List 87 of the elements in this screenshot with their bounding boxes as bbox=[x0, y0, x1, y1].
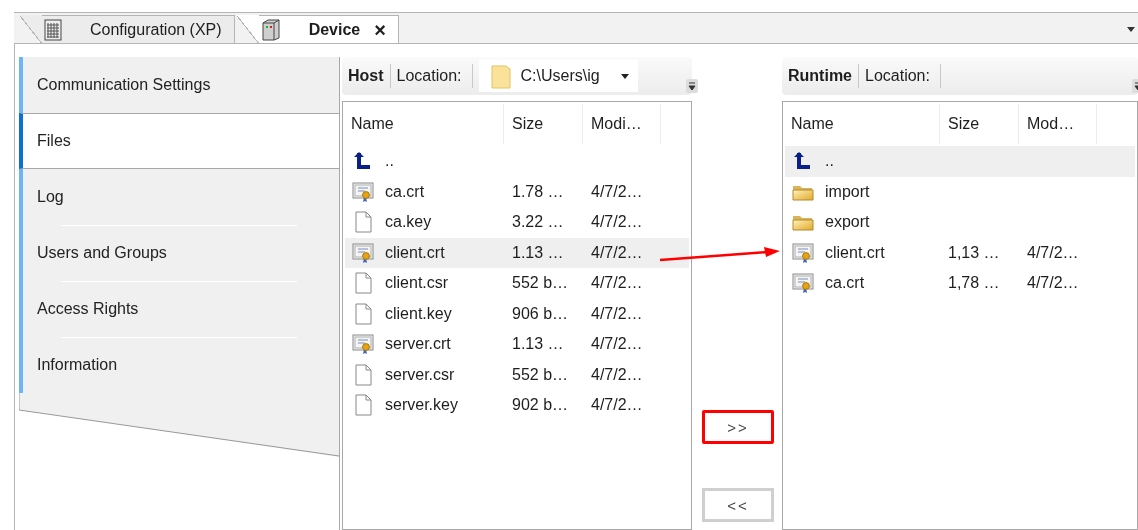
file-date: 4/7/2… bbox=[591, 182, 643, 200]
location-label: Location: bbox=[859, 64, 941, 88]
file-name: export bbox=[825, 213, 870, 232]
file-row[interactable]: .. bbox=[345, 146, 689, 177]
file-icon bbox=[354, 211, 372, 234]
certificate-icon bbox=[792, 273, 814, 294]
file-row[interactable]: .. bbox=[785, 146, 1135, 177]
file-row[interactable]: client.crt 1,13 … 4/7/2… bbox=[785, 237, 1135, 268]
file-row[interactable]: ca.key 3.22 … 4/7/2… bbox=[345, 207, 689, 238]
file-name: .. bbox=[385, 152, 394, 171]
file-row[interactable]: server.crt 1.13 … 4/7/2… bbox=[345, 329, 689, 360]
file-date: 4/7/2… bbox=[1027, 243, 1079, 261]
file-size: 1.78 … bbox=[512, 182, 564, 200]
file-row[interactable]: ca.crt 1.78 … 4/7/2… bbox=[345, 176, 689, 207]
column-header[interactable]: Name bbox=[345, 104, 504, 144]
file-date: 4/7/2… bbox=[591, 335, 643, 353]
pane-title: Host bbox=[346, 64, 391, 88]
folder-icon bbox=[490, 63, 511, 89]
sidebar-item[interactable]: Files bbox=[19, 113, 339, 169]
up-arrow-icon bbox=[793, 151, 813, 172]
file-date: 4/7/2… bbox=[591, 304, 643, 322]
file-row[interactable]: export bbox=[785, 207, 1135, 238]
file-date: 4/7/2… bbox=[591, 213, 643, 231]
file-icon bbox=[354, 272, 372, 295]
folder-icon bbox=[792, 213, 814, 232]
pane-title: Runtime bbox=[786, 64, 859, 88]
file-name: server.csr bbox=[385, 365, 455, 384]
column-header[interactable]: Mod… bbox=[1019, 104, 1097, 144]
location-label: Location: bbox=[390, 64, 473, 88]
file-size: 902 b… bbox=[512, 396, 569, 414]
close-icon[interactable]: × bbox=[374, 19, 386, 40]
sidebar-item[interactable]: Users and Groups bbox=[19, 225, 339, 281]
transfer-button[interactable]: >> bbox=[702, 410, 774, 444]
certificate-icon bbox=[352, 242, 374, 263]
file-row[interactable]: client.csr 552 b… 4/7/2… bbox=[345, 268, 689, 299]
file-date: 4/7/2… bbox=[591, 243, 643, 261]
file-size: 1,78 … bbox=[948, 274, 1000, 292]
file-date: 4/7/2… bbox=[591, 396, 643, 414]
file-name: ca.crt bbox=[825, 274, 865, 293]
file-icon bbox=[354, 394, 372, 417]
file-date: 4/7/2… bbox=[1027, 274, 1079, 292]
column-header[interactable]: Name bbox=[785, 104, 940, 144]
file-name: ca.crt bbox=[385, 182, 425, 201]
file-name: client.key bbox=[385, 304, 452, 323]
file-row[interactable]: ca.crt 1,78 … 4/7/2… bbox=[785, 268, 1135, 299]
file-row[interactable]: server.key 902 b… 4/7/2… bbox=[345, 390, 689, 421]
file-icon bbox=[354, 302, 372, 325]
file-row[interactable]: client.key 906 b… 4/7/2… bbox=[345, 298, 689, 329]
file-size: 906 b… bbox=[512, 304, 569, 322]
dropdown-caret-icon[interactable] bbox=[619, 72, 630, 80]
sidebar-item[interactable]: Communication Settings bbox=[19, 57, 339, 113]
column-header[interactable]: Size bbox=[504, 104, 583, 144]
file-date: 4/7/2… bbox=[591, 274, 643, 292]
file-name: import bbox=[825, 182, 870, 201]
grid-icon bbox=[44, 18, 62, 41]
file-name: client.csr bbox=[385, 274, 449, 293]
file-icon bbox=[354, 363, 372, 386]
file-size: 3.22 … bbox=[512, 213, 564, 231]
sidebar-item[interactable]: Access Rights bbox=[19, 281, 339, 337]
device-icon bbox=[260, 18, 281, 41]
file-name: ca.key bbox=[385, 213, 432, 232]
transfer-button[interactable]: << bbox=[702, 488, 774, 522]
overflow-icon[interactable] bbox=[686, 79, 698, 93]
certificate-icon bbox=[792, 242, 814, 263]
dropdown-caret-icon[interactable] bbox=[1126, 25, 1136, 33]
file-name: server.crt bbox=[385, 335, 451, 354]
column-header[interactable]: Modi… bbox=[583, 104, 661, 144]
file-name: client.crt bbox=[385, 243, 445, 262]
location-dropdown[interactable]: C:\Users\ig bbox=[478, 60, 638, 92]
certificate-icon bbox=[352, 181, 374, 202]
certificate-icon bbox=[352, 334, 374, 355]
file-size: 552 b… bbox=[512, 274, 569, 292]
file-size: 552 b… bbox=[512, 365, 569, 383]
file-row[interactable]: client.crt 1.13 … 4/7/2… bbox=[345, 237, 689, 268]
sidebar-item[interactable]: Log bbox=[19, 169, 339, 225]
file-size: 1.13 … bbox=[512, 243, 564, 261]
column-header[interactable]: Size bbox=[940, 104, 1019, 144]
file-size: 1,13 … bbox=[948, 243, 1000, 261]
file-name: .. bbox=[825, 152, 834, 171]
file-row[interactable]: import bbox=[785, 176, 1135, 207]
file-size: 1.13 … bbox=[512, 335, 564, 353]
file-date: 4/7/2… bbox=[591, 365, 643, 383]
file-row[interactable]: server.csr 552 b… 4/7/2… bbox=[345, 359, 689, 390]
file-name: client.crt bbox=[825, 243, 885, 262]
file-name: server.key bbox=[385, 396, 458, 415]
sidebar-item[interactable]: Information bbox=[19, 337, 339, 393]
up-arrow-icon bbox=[353, 151, 373, 172]
